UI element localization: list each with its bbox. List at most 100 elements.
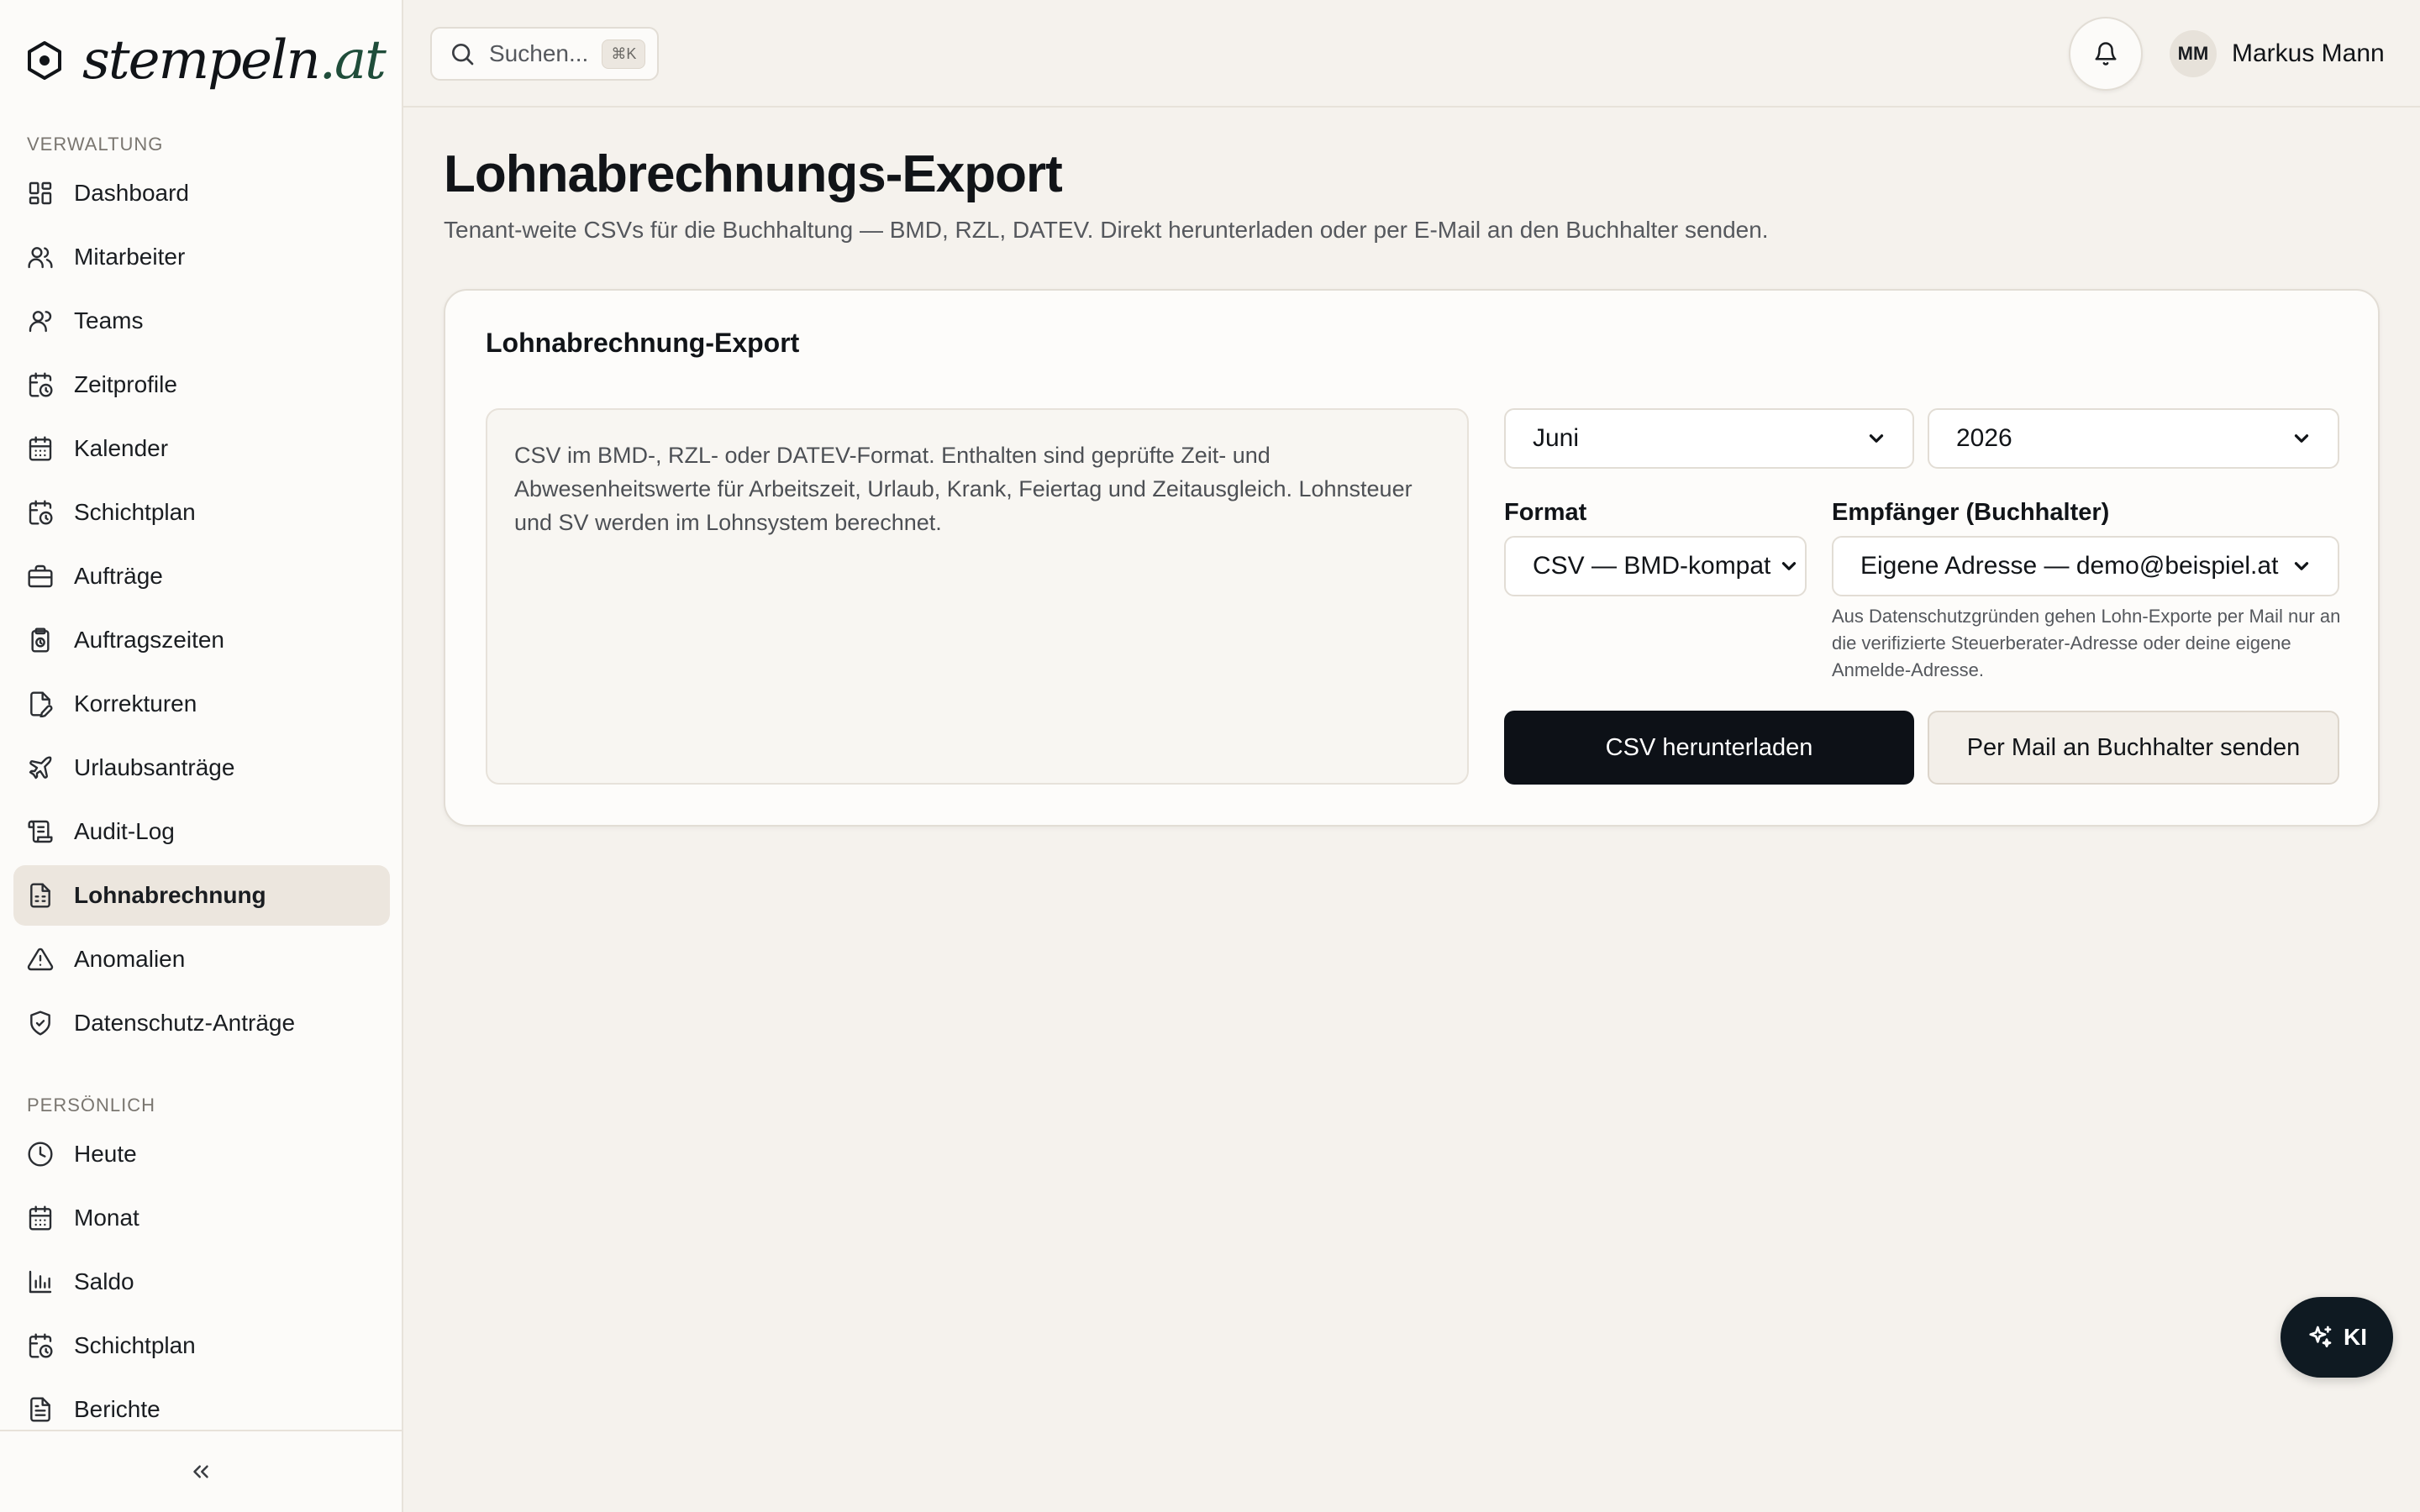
- sidebar-item-label: Heute: [74, 1141, 137, 1167]
- chevron-down-icon: [2294, 562, 2309, 570]
- sidebar-item-aufträge[interactable]: Aufträge: [13, 546, 390, 606]
- sidebar-item-label: Saldo: [74, 1268, 134, 1294]
- sidebar-footer: [0, 1430, 402, 1512]
- clock-icon: [27, 1141, 54, 1168]
- export-card: Lohnabrechnung-Export CSV im BMD-, RZL- …: [444, 289, 2380, 827]
- sidebar-item-label: Zeitprofile: [74, 371, 177, 397]
- sidebar-item-datenschutz-anträge[interactable]: Datenschutz-Anträge: [13, 993, 390, 1053]
- sidebar-item-label: Berichte: [74, 1396, 160, 1422]
- sidebar-item-teams[interactable]: Teams: [13, 291, 390, 351]
- sidebar-nav: VERWALTUNG Dashboard Mitarbeiter Teams Zeitp…: [13, 126, 390, 1443]
- calendar-icon: [27, 1205, 54, 1231]
- recipient-label: Empfänger (Buchhalter): [1832, 499, 2110, 526]
- user-name: Markus Mann: [2232, 39, 2385, 67]
- page-subtitle: Tenant-weite CSVs für die Buchhaltung — …: [444, 217, 1769, 243]
- card-title: Lohnabrechnung-Export: [486, 328, 800, 358]
- hexagon-logo-icon: [28, 41, 61, 80]
- sidebar-item-urlaubsanträge[interactable]: Urlaubsanträge: [13, 738, 390, 798]
- sidebar-item-label: Mitarbeiter: [74, 244, 186, 270]
- sidebar-item-saldo[interactable]: Saldo: [13, 1252, 390, 1312]
- sidebar-item-label: Schichtplan: [74, 1332, 196, 1358]
- sparkles-icon: [2309, 1326, 2332, 1347]
- user-menu[interactable]: MM Markus Mann: [2170, 29, 2385, 79]
- brand-wordmark: stempeln.at: [82, 29, 387, 92]
- search-icon: [452, 44, 474, 66]
- month-select-value: Juni: [1533, 424, 1580, 452]
- briefcase-icon: [27, 563, 54, 590]
- month-select[interactable]: Juni: [1504, 408, 1914, 469]
- clipboard-clock-icon: [27, 627, 54, 654]
- bar-chart-icon: [27, 1268, 54, 1295]
- file-text-icon: [27, 1396, 54, 1423]
- sidebar-item-korrekturen[interactable]: Korrekturen: [13, 674, 390, 734]
- plane-icon: [27, 754, 54, 781]
- nav-section-title: PERSÖNLICH: [27, 1095, 156, 1116]
- page-title: Lohnabrechnungs-Export: [444, 145, 1063, 203]
- shield-check-icon: [27, 1010, 54, 1037]
- chevrons-left-icon: [193, 1465, 208, 1478]
- sidebar-item-label: Urlaubsanträge: [74, 754, 235, 780]
- sidebar-item-mitarbeiter[interactable]: Mitarbeiter: [13, 227, 390, 287]
- sidebar-item-label: Kalender: [74, 435, 169, 461]
- recipient-select[interactable]: Eigene Adresse — demo@beispiel.at: [1832, 536, 2339, 596]
- sidebar-item-anomalien[interactable]: Anomalien: [13, 929, 390, 990]
- notifications-button[interactable]: [2069, 17, 2143, 91]
- ai-assistant-button[interactable]: KI: [2281, 1297, 2393, 1378]
- sidebar-item-kalender[interactable]: Kalender: [13, 418, 390, 479]
- brand-name: stempeln: [82, 29, 321, 92]
- calendar-clock-icon: [27, 371, 54, 398]
- export-description: CSV im BMD-, RZL- oder DATEV-Format. Ent…: [486, 408, 1469, 785]
- sidebar-item-heute[interactable]: Heute: [13, 1124, 390, 1184]
- sidebar-item-auftragszeiten[interactable]: Auftragszeiten: [13, 610, 390, 670]
- calendar-clock-icon: [27, 499, 54, 526]
- dashboard-icon: [27, 180, 54, 207]
- sidebar-item-label: Monat: [74, 1205, 139, 1231]
- sidebar-item-monat[interactable]: Monat: [13, 1188, 390, 1248]
- nav-section-gap: [13, 1057, 390, 1087]
- chevron-down-icon: [2294, 434, 2309, 443]
- top-header: Suchen... ⌘K MM Markus Mann: [403, 0, 2420, 108]
- chevron-down-icon: [1869, 434, 1884, 443]
- sidebar-item-schichtplan[interactable]: Schichtplan: [13, 1315, 390, 1376]
- avatar: MM: [2170, 30, 2217, 77]
- brand-logo[interactable]: stempeln.at: [24, 29, 387, 92]
- sidebar-item-label: Auftragszeiten: [74, 627, 224, 653]
- collapse-sidebar-button[interactable]: [176, 1446, 226, 1497]
- sidebar-item-label: Datenschutz-Anträge: [74, 1010, 296, 1036]
- file-spreadsheet-icon: [27, 882, 54, 909]
- sidebar-item-audit-log[interactable]: Audit-Log: [13, 801, 390, 862]
- send-mail-button[interactable]: Per Mail an Buchhalter senden: [1928, 711, 2339, 785]
- sidebar-item-label: Korrekturen: [74, 690, 197, 717]
- sidebar-item-label: Aufträge: [74, 563, 163, 589]
- format-label: Format: [1504, 499, 1587, 526]
- sidebar-item-zeitprofile[interactable]: Zeitprofile: [13, 354, 390, 415]
- calendar-icon: [27, 435, 54, 462]
- file-pen-icon: [27, 690, 54, 718]
- format-select[interactable]: CSV — BMD-kompatibel: [1504, 536, 1807, 596]
- bell-icon: [2095, 42, 2117, 66]
- sidebar-item-label: Lohnabrechnung: [74, 882, 266, 908]
- year-select-value: 2026: [1956, 424, 2012, 452]
- sidebar-item-label: Anomalien: [74, 946, 186, 972]
- sidebar-item-lohnabrechnung[interactable]: Lohnabrechnung: [13, 865, 390, 926]
- users-icon: [27, 244, 54, 270]
- warning-icon: [27, 946, 54, 973]
- sidebar: stempeln.at VERWALTUNG Dashboard Mitarbeit…: [0, 0, 403, 1512]
- sidebar-item-label: Dashboard: [74, 180, 189, 206]
- recipient-select-value: Eigene Adresse — demo@beispiel.at: [1860, 552, 2279, 580]
- calendar-clock-icon: [27, 1332, 54, 1359]
- sidebar-item-dashboard[interactable]: Dashboard: [13, 163, 390, 223]
- sidebar-item-label: Audit-Log: [74, 818, 175, 844]
- sidebar-item-label: Schichtplan: [74, 499, 196, 525]
- user-icon: [27, 307, 54, 334]
- year-select[interactable]: 2026: [1928, 408, 2339, 469]
- search-input[interactable]: Suchen... ⌘K: [430, 27, 659, 81]
- privacy-hint: Aus Datenschutzgründen gehen Lohn-Export…: [1832, 606, 2341, 680]
- search-shortcut-badge: ⌘K: [602, 39, 646, 69]
- sidebar-item-schichtplan[interactable]: Schichtplan: [13, 482, 390, 543]
- download-csv-button[interactable]: CSV herunterladen: [1504, 711, 1914, 785]
- sidebar-item-label: Teams: [74, 307, 144, 333]
- scroll-icon: [27, 818, 54, 845]
- nav-section-title: VERWALTUNG: [27, 134, 164, 155]
- ai-assistant-label: KI: [2344, 1324, 2367, 1350]
